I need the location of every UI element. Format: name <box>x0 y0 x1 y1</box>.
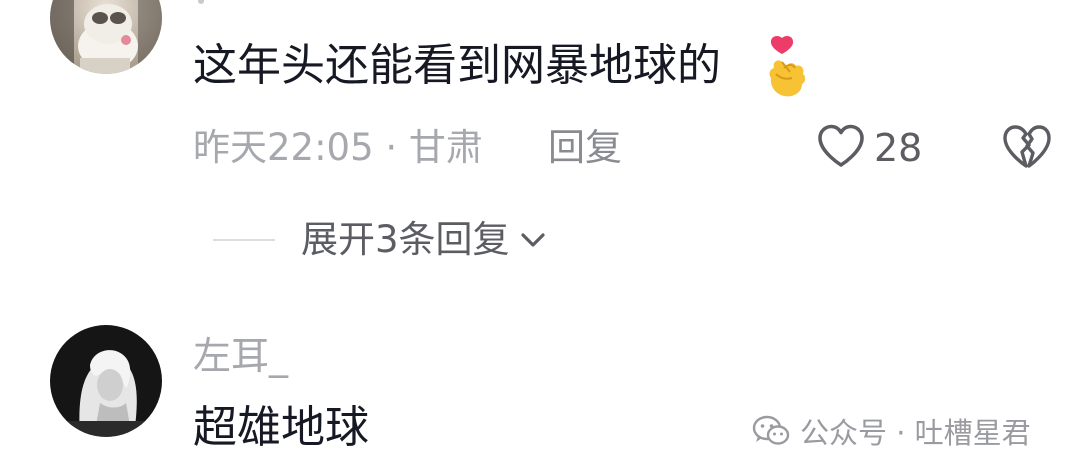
dislike-button[interactable] <box>1002 122 1052 172</box>
avatar-cat[interactable] <box>50 0 162 74</box>
expand-replies-label: 展开3条回复 <box>301 218 510 261</box>
reply-button[interactable]: 回复 <box>548 124 622 172</box>
finger-heart-emoji <box>762 34 810 100</box>
watermark-text: 公众号 · 吐槽星君 <box>800 416 1031 450</box>
like-count: 28 <box>874 126 923 170</box>
avatar-user[interactable] <box>50 325 162 437</box>
like-button[interactable]: 28 <box>816 120 922 176</box>
chevron-down-icon <box>518 225 548 255</box>
wechat-icon <box>752 415 790 445</box>
divider-line <box>213 239 275 241</box>
comment-meta: 昨天22:05 · 甘肃 <box>193 126 483 169</box>
watermark: 公众号 · 吐槽星君 <box>752 408 1031 454</box>
expand-replies-button[interactable]: 展开3条回复 <box>213 214 548 266</box>
broken-heart-icon <box>1002 125 1052 176</box>
username-stub <box>198 0 204 4</box>
username[interactable]: 左耳_ <box>193 330 288 382</box>
comment-text: 这年头还能看到网暴地球的 <box>193 40 721 91</box>
heart-outline-icon <box>816 123 866 173</box>
comment-text: 超雄地球 <box>193 402 369 453</box>
